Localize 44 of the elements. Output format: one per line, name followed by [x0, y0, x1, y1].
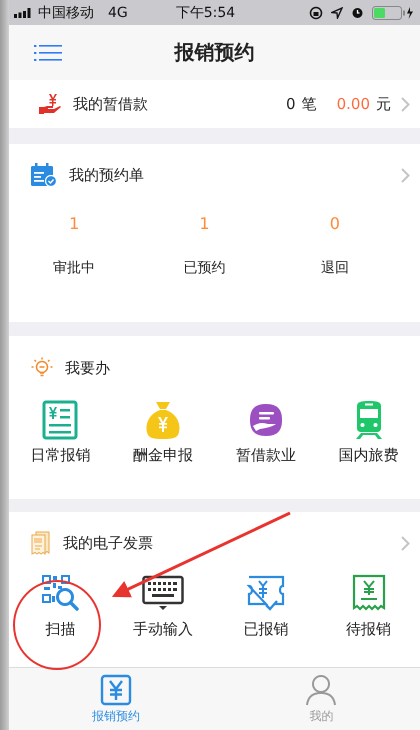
service-tile[interactable]: 国内旅费: [317, 400, 420, 465]
person-icon: [305, 674, 338, 706]
money-bag-icon: [145, 400, 182, 440]
invoice-action[interactable]: 手动输入: [112, 574, 214, 639]
menu-icon: [34, 44, 62, 62]
count-unit: 笔: [302, 94, 317, 114]
service-tile[interactable]: 酬金申报: [112, 400, 214, 465]
chevron-right-icon: [401, 168, 410, 182]
service-tile[interactable]: 日常报销: [9, 400, 112, 465]
location-icon: [331, 6, 343, 18]
invoices-title: 我的电子发票: [63, 534, 153, 552]
loan-amount: 0.00: [336, 95, 370, 113]
service-tile[interactable]: 暂借款业: [214, 400, 318, 465]
amount-unit: 元: [376, 94, 391, 114]
status-time: 下午5:54: [176, 4, 236, 22]
alarm-icon: [351, 6, 364, 19]
stat-label: 审批中: [53, 259, 96, 277]
keyboard-icon: [142, 574, 184, 612]
stat-label: 退回: [320, 259, 349, 277]
receipt-yuan-icon: [352, 574, 386, 612]
invoice-action[interactable]: 待报销: [317, 574, 420, 639]
calendar-check-icon: [31, 163, 57, 187]
qr-search-icon: [41, 574, 80, 612]
chevron-right-icon: [401, 536, 410, 550]
invoice-action[interactable]: 扫描: [9, 574, 112, 639]
hand-yuan-icon: [39, 94, 61, 114]
battery-icon: [372, 6, 414, 20]
loan-count: 0: [286, 95, 296, 113]
reservations-title: 我的预约单: [69, 166, 144, 184]
todo-title: 我要办: [65, 358, 110, 378]
lightbulb-icon: [31, 357, 53, 379]
ticket-check-icon: [246, 574, 286, 612]
loan-label: 我的暂借款: [73, 94, 148, 114]
yuan-icon: [100, 674, 132, 706]
invoice-icon: [31, 531, 51, 555]
rotation-lock-icon: [309, 6, 323, 20]
carrier-name: 中国移动: [38, 4, 94, 22]
invoice-action[interactable]: 已报销: [214, 574, 318, 639]
network-type: 4G: [108, 4, 128, 20]
loan-row[interactable]: 我的暂借款 0 笔 0.00 元: [9, 80, 420, 128]
stat-label: 已预约: [183, 259, 226, 277]
receipt-list-icon: [42, 400, 78, 440]
chevron-right-icon: [401, 96, 410, 112]
page-title: 报销预约: [174, 39, 254, 66]
